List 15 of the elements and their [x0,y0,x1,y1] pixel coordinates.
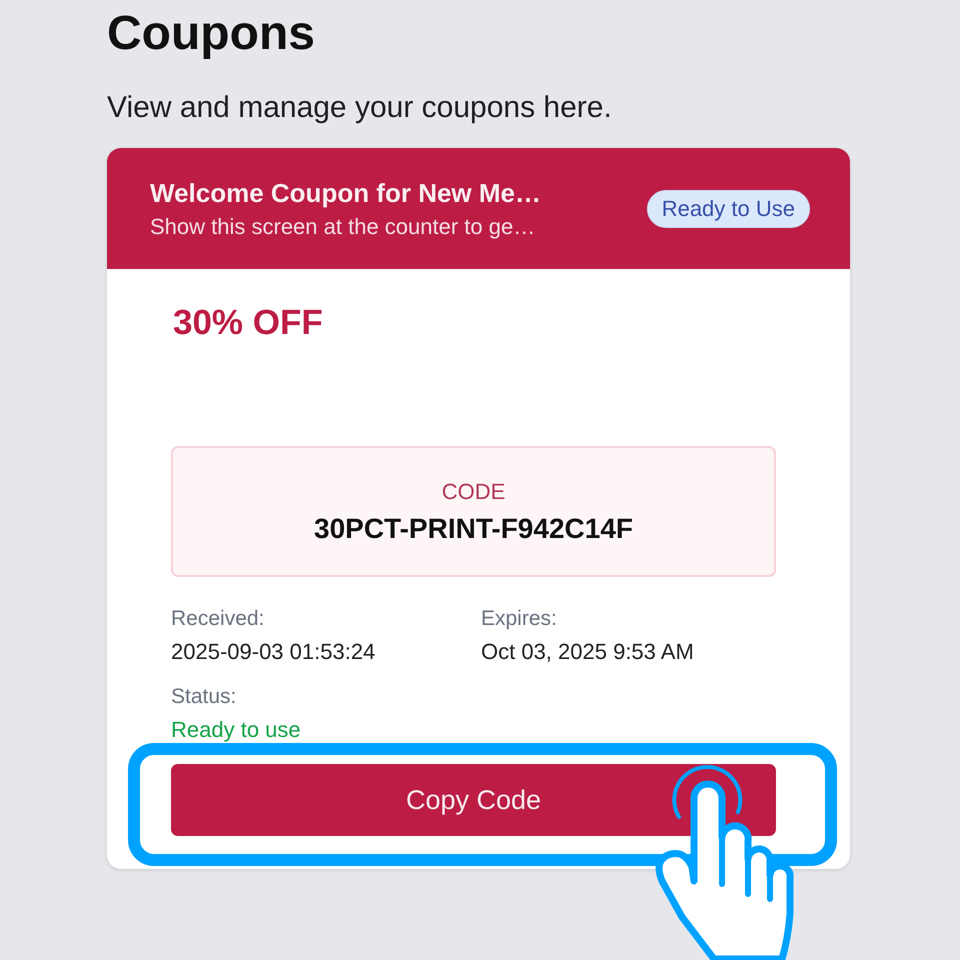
copy-code-button[interactable]: Copy Code [171,764,776,836]
page-title: Coupons [107,6,316,62]
coupon-code: 30PCT-PRINT-F942C14F [314,512,633,544]
detail-value: Oct 03, 2025 9:53 AM [481,638,695,666]
detail-label: Status: [171,684,238,710]
detail-label: Expires: [481,606,558,632]
coupon-description: Show this screen at the counter to ge… [150,214,536,240]
page-subtitle: View and manage your coupons here. [107,90,613,126]
code-label: CODE [442,478,506,504]
status-badge: Ready to Use [646,190,810,228]
detail-value: 2025-09-03 01:53:24 [171,638,376,666]
detail-label: Received: [171,606,266,632]
discount-text: 30% OFF [172,303,324,343]
coupon-title: Welcome Coupon for New Me… [150,178,541,208]
status-value: Ready to use [171,716,302,744]
